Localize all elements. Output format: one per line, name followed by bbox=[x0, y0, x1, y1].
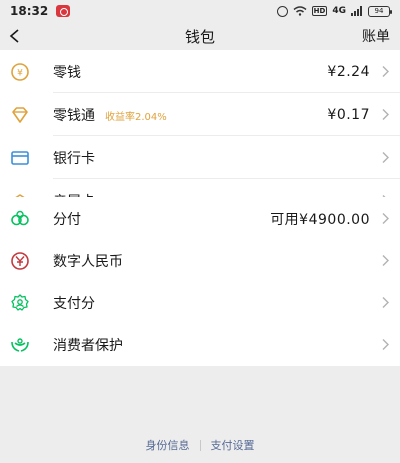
list-item-bank-card[interactable]: 银行卡 bbox=[0, 136, 400, 179]
fenfu-icon bbox=[8, 207, 32, 231]
lqt-label: 零钱通 bbox=[53, 107, 95, 124]
chevron-right-icon bbox=[382, 293, 390, 312]
payment-settings-link[interactable]: 支付设置 bbox=[211, 437, 255, 453]
wifi-icon bbox=[293, 6, 307, 16]
status-time: 18:32 bbox=[10, 4, 49, 18]
battery-icon: 94 bbox=[368, 5, 392, 17]
list-item-label: 消费者保护 bbox=[53, 337, 123, 354]
yield-rate-tag: 收益率2.04% bbox=[105, 111, 167, 123]
bank-card-icon bbox=[8, 146, 32, 170]
hd-badge: HD bbox=[311, 6, 328, 16]
status-indicators: HD 4G 94 bbox=[276, 5, 392, 17]
notification-icon bbox=[56, 5, 71, 17]
chevron-right-icon bbox=[382, 251, 390, 270]
fenfu-available: 可用¥4900.00 bbox=[270, 211, 370, 228]
list-item-pay-score[interactable]: 支付分 bbox=[0, 281, 400, 324]
list-item-label: 零钱通 收益率2.04% bbox=[53, 105, 167, 125]
list-item-label: 银行卡 bbox=[53, 150, 95, 167]
chevron-right-icon bbox=[382, 209, 390, 228]
digital-rmb-icon bbox=[8, 249, 32, 273]
coin-icon: ¥ bbox=[8, 60, 32, 84]
list-item-lqt[interactable]: 零钱通 收益率2.04% ¥0.17 bbox=[0, 93, 400, 136]
wallet-section-credit: 分付 可用¥4900.00 bbox=[0, 197, 400, 240]
signal-icon bbox=[351, 6, 363, 16]
footer-links: 身份信息 支付设置 bbox=[0, 436, 400, 454]
chevron-right-icon bbox=[382, 148, 390, 167]
chevron-right-icon bbox=[382, 62, 390, 81]
list-item-label: 分付 bbox=[53, 211, 81, 228]
bill-button[interactable]: 账单 bbox=[362, 26, 390, 46]
page-title: 钱包 bbox=[184, 27, 215, 46]
footer-separator bbox=[199, 439, 201, 451]
chevron-right-icon bbox=[382, 105, 390, 124]
chevron-right-icon bbox=[382, 335, 390, 354]
diamond-icon bbox=[8, 103, 32, 127]
identity-info-link[interactable]: 身份信息 bbox=[146, 437, 190, 453]
alarm-icon bbox=[276, 5, 288, 17]
lqt-balance: ¥0.17 bbox=[327, 106, 370, 123]
list-item-consumer-protection[interactable]: 消费者保护 bbox=[0, 323, 400, 366]
wallet-section-score: 支付分 bbox=[0, 281, 400, 324]
pay-score-icon bbox=[8, 291, 32, 315]
change-balance: ¥2.24 bbox=[327, 63, 370, 80]
list-item-label: 数字人民币 bbox=[53, 253, 123, 270]
list-item-change[interactable]: ¥ 零钱 ¥2.24 bbox=[0, 50, 400, 93]
list-item-digital-rmb[interactable]: 数字人民币 bbox=[0, 239, 400, 282]
nav-bar: 钱包 账单 bbox=[0, 22, 400, 50]
list-item-fenfu[interactable]: 分付 可用¥4900.00 bbox=[0, 197, 400, 240]
wallet-section-services: 数字人民币 bbox=[0, 239, 400, 282]
wallet-section-protection: 消费者保护 bbox=[0, 323, 400, 366]
chevron-left-icon bbox=[9, 29, 19, 43]
consumer-protection-icon bbox=[8, 333, 32, 357]
list-item-label: 零钱 bbox=[53, 64, 81, 81]
status-bar: 18:32 HD 4G 94 bbox=[0, 0, 400, 22]
network-type: 4G bbox=[332, 6, 346, 16]
list-item-label: 支付分 bbox=[53, 295, 95, 312]
svg-text:¥: ¥ bbox=[17, 68, 23, 78]
back-button[interactable] bbox=[8, 24, 28, 48]
